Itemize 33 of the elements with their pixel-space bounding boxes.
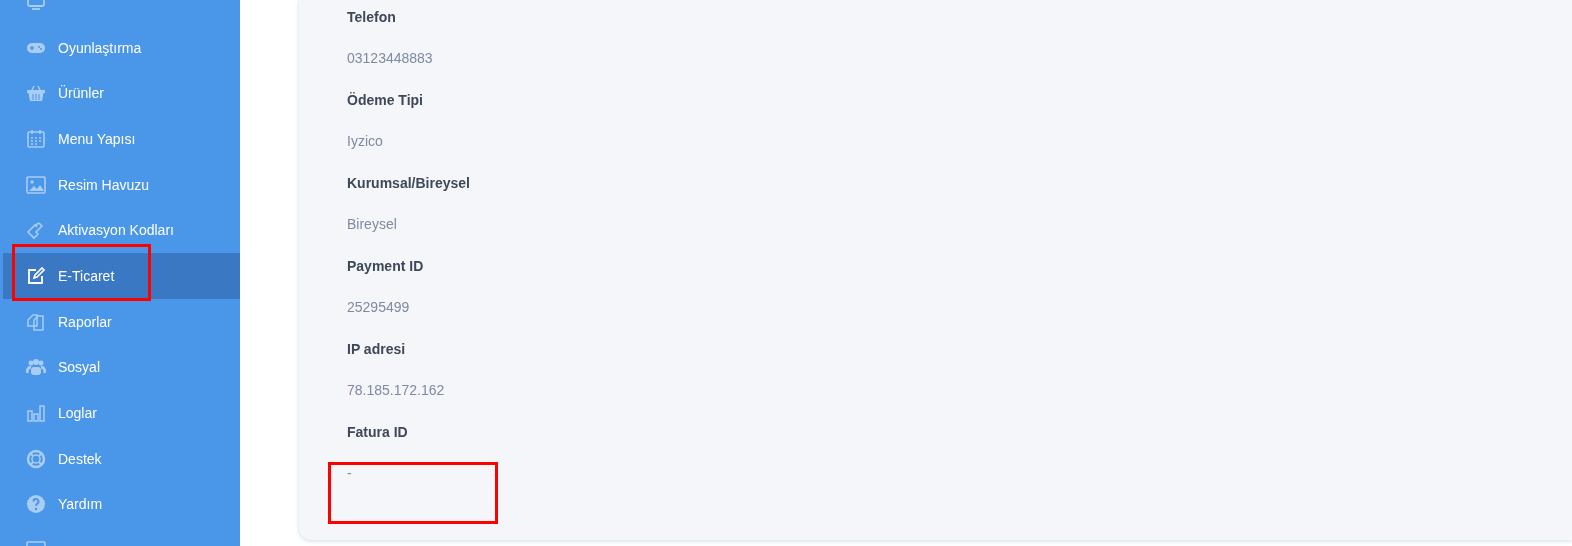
image-icon xyxy=(26,174,46,195)
field-value: 25295499 xyxy=(347,299,410,315)
sidebar-item[interactable]: Destek xyxy=(3,435,240,482)
puzzle-icon xyxy=(26,220,46,241)
sidebar-item[interactable]: E-Ticaret xyxy=(3,253,240,299)
field-value: Iyzico xyxy=(347,133,383,149)
question-icon xyxy=(26,494,46,515)
edit-icon xyxy=(26,265,46,286)
field-label: Ödeme Tipi xyxy=(347,91,423,110)
sidebar-item[interactable]: Menu Yapısı xyxy=(3,116,240,162)
sidebar-item[interactable]: Resim Havuzu xyxy=(3,161,240,208)
field-label: IP adresi xyxy=(347,340,406,359)
sidebar-item[interactable]: Raporlar xyxy=(3,298,240,345)
field-value: 78.185.172.162 xyxy=(347,382,445,398)
basket-icon xyxy=(26,83,46,104)
field-value: - xyxy=(347,465,352,481)
sidebar-item[interactable]: Oyunlaştırma xyxy=(3,24,240,71)
users-icon xyxy=(26,357,46,378)
field-label: Fatura ID xyxy=(347,423,408,442)
bar-chart-icon xyxy=(26,403,46,424)
sidebar-item[interactable]: Loglar xyxy=(3,390,240,436)
life-ring-icon xyxy=(26,448,46,469)
field-label: Kurumsal/Bireysel xyxy=(347,174,470,193)
copy-icon xyxy=(26,311,46,332)
field-label: Payment ID xyxy=(347,257,424,276)
sidebar-item[interactable]: Yardım xyxy=(3,481,240,528)
calendar-icon xyxy=(26,128,46,149)
sidebar-item[interactable]: Aktivasyon Kodları xyxy=(3,207,240,254)
field-value: Bireysel xyxy=(347,216,397,232)
sidebar-item[interactable]: Sosyal xyxy=(3,344,240,391)
sidebar-item[interactable]: Ürünler xyxy=(3,70,240,117)
field-label: Telefon xyxy=(347,8,396,27)
field-value: 03123448883 xyxy=(347,50,433,66)
